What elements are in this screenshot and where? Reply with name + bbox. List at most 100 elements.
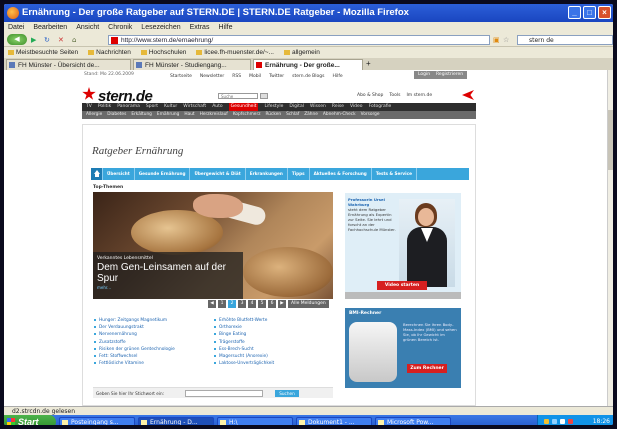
dashboard-link[interactable]: Newsletter [200,72,224,82]
taskbar-item[interactable]: H:\ [217,416,293,425]
pager-page-3[interactable]: 3 [238,300,246,308]
back-button[interactable]: ◀ [7,34,27,45]
start-button[interactable]: Start [4,415,56,425]
subnav-item[interactable]: Herzkreislauf [200,111,228,119]
topic-link[interactable]: Nervenernährung [93,331,211,338]
mainnav-item-fotografie[interactable]: Fotografie [369,103,392,111]
ressort-tab[interactable]: Aktuelles & Forschung [310,168,372,180]
menu-datei[interactable]: Datei [8,22,24,33]
bookmark-item[interactable]: allgemein [284,47,320,58]
menu-hilfe[interactable]: Hilfe [218,22,232,33]
tray-icon[interactable] [552,419,557,424]
tray-icon[interactable] [560,419,565,424]
abo-shop-link[interactable]: Abo & Shop [357,93,383,98]
window-titlebar[interactable]: Ernährung - Der große Ratgeber auf STERN… [4,4,613,22]
bmi-calculator-button[interactable]: Zum Rechner [407,364,447,373]
mainnav-item-reise[interactable]: Reise [332,103,344,111]
in-stern-link[interactable]: Im stern.de [406,93,432,98]
tab-ernaehrung[interactable]: Ernährung - Der große... [253,59,363,70]
topic-link[interactable]: Laktose-Unverträglichkeit [213,360,331,367]
reload-icon[interactable]: ↻ [44,35,50,45]
register-button[interactable]: Registrieren [432,71,468,79]
mainnav-item-video[interactable]: Video [350,103,363,111]
topic-link[interactable]: Trägerstoffe [213,339,331,346]
mainnav-item-panorama[interactable]: Panorama [117,103,140,111]
mainnav-item-kultur[interactable]: Kultur [164,103,177,111]
star-icon[interactable]: ☆ [503,35,509,45]
site-search-button[interactable] [260,93,268,99]
subnav-item[interactable]: Vorsorge [361,111,380,119]
subnav-item[interactable]: Kopfschmerz [233,111,261,119]
mainnav-item-politik[interactable]: Politik [98,103,111,111]
taskbar-item[interactable]: Microsoft Pow... [375,416,451,425]
tab-fh-muenster-overview[interactable]: FH Münster - Übersicht de... [6,59,131,70]
taskbar-item[interactable]: Ernährung - D... [138,416,214,425]
home-icon[interactable]: ⌂ [72,35,76,45]
dashboard-link[interactable]: Mobil [249,72,261,82]
stop-icon[interactable]: ✕ [58,35,64,45]
pager-page-6[interactable]: 6 [268,300,276,308]
tray-icon[interactable] [568,419,573,424]
close-button[interactable]: × [598,6,611,19]
ressort-tab[interactable]: Gesunde Ernährung [135,168,191,180]
dashboard-link[interactable]: Twitter [269,72,284,82]
bookmark-item[interactable]: Hochschulen [141,47,187,58]
pager-page-5[interactable]: 5 [258,300,266,308]
page-scrollbar[interactable] [607,70,613,406]
url-bar[interactable]: http://www.stern.de/ernaehrung/ [108,35,490,45]
minimize-button[interactable]: _ [568,6,581,19]
topic-link[interactable]: Orthorexie [213,324,331,331]
pager-prev-button[interactable]: ◀ [208,300,216,308]
topic-link[interactable]: Fett: Stoffwechsel [93,353,211,360]
subnav-item[interactable]: Erkältung [131,111,152,119]
scrollbar-thumb[interactable] [608,110,613,170]
tools-link[interactable]: Tools [389,93,400,98]
topic-link[interactable]: Fettlösliche Vitamine [93,360,211,367]
bookmark-item[interactable]: licee.fh-muenster.de/~... [196,47,274,58]
video-start-button[interactable]: Video starten [377,281,427,290]
new-tab-button[interactable]: + [366,59,371,68]
mainnav-item-digital[interactable]: Digital [289,103,304,111]
mainnav-item-gesundheit[interactable]: Gesundheit [228,103,259,111]
tray-icon[interactable] [544,419,549,424]
home-icon[interactable] [91,168,103,180]
dashboard-link[interactable]: stern.de Blogs [292,72,324,82]
topic-link[interactable]: Der Verdauungstrakt [93,324,211,331]
bookmark-item[interactable]: Nachrichten [88,47,131,58]
ressort-tab[interactable]: Tipps [288,168,310,180]
tab-fh-muenster-study[interactable]: FH Münster - Studiengang... [133,59,251,70]
subnav-item[interactable]: Rücken [265,111,281,119]
ressort-tab[interactable]: Tests & Service [372,168,417,180]
topic-link[interactable]: Ess-Brech-Sucht [213,346,331,353]
hero-more-link[interactable]: mehr... [97,285,239,290]
video-progress-bar[interactable] [345,292,461,299]
ressort-tab[interactable]: Erkrankungen [246,168,288,180]
taskbar-item[interactable]: Posteingang s... [59,416,135,425]
subnav-item[interactable]: Schlaf [286,111,299,119]
dashboard-link[interactable]: Hilfe [332,72,342,82]
keyword-search-button[interactable]: Suchen [275,390,299,397]
topic-link[interactable]: Hunger: Zeitgangs Magnetikum [93,317,211,324]
menu-ansicht[interactable]: Ansicht [76,22,99,33]
subnav-item[interactable]: Zähne [304,111,318,119]
hero-teaser[interactable]: Verkanntes Lebensmittel Dem Gen-Leinsame… [93,192,333,299]
pager-page-4[interactable]: 4 [248,300,256,308]
bookmark-item[interactable]: Meistbesuchte Seiten [8,47,78,58]
rss-icon[interactable]: ▣ [493,35,500,45]
mainnav-item-wirtschaft[interactable]: Wirtschaft [183,103,206,111]
topic-link[interactable]: Binge Eating [213,331,331,338]
pager-page-1[interactable]: 1 [218,300,226,308]
topic-link[interactable]: Risiken der grünen Gentechnologie [93,346,211,353]
menu-lesezeichen[interactable]: Lesezeichen [141,22,180,33]
menu-chronik[interactable]: Chronik [108,22,132,33]
subnav-item[interactable]: Haut [184,111,194,119]
subnav-item[interactable]: Allergie [86,111,102,119]
mainnav-item-sport[interactable]: Sport [146,103,158,111]
mainnav-item-auto[interactable]: Auto [212,103,222,111]
ressort-tab[interactable]: Übersicht [103,168,135,180]
topic-link[interactable]: Zusatzstoffe [93,339,211,346]
all-news-button[interactable]: Alle Meldungen [288,300,329,308]
ressort-tab[interactable]: Übergewicht & Diät [190,168,246,180]
menu-extras[interactable]: Extras [190,22,210,33]
menu-bearbeiten[interactable]: Bearbeiten [33,22,67,33]
